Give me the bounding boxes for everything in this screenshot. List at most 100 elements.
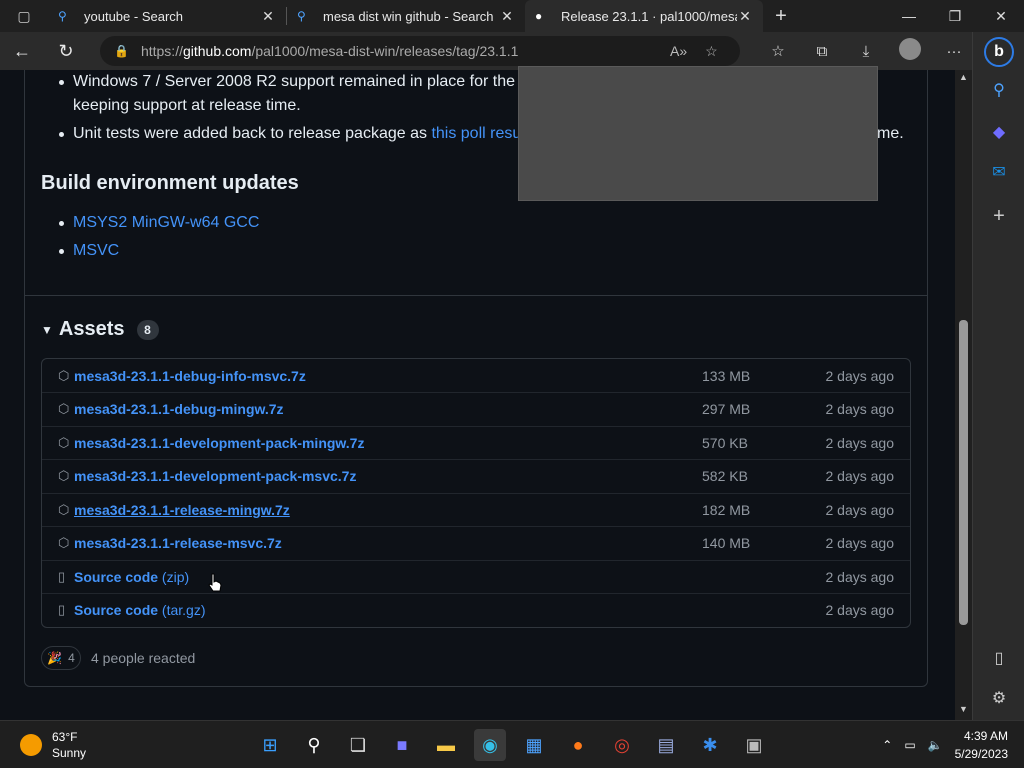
back-button[interactable]: ← <box>0 32 44 70</box>
reaction-button[interactable]: 🎉 4 <box>41 646 81 670</box>
reaction-text: 4 people reacted <box>91 650 196 666</box>
app-icon[interactable]: ✱ <box>694 729 726 761</box>
edge-sidebar: b ⚲ ◆ ✉ + ▯ ⚙ <box>972 32 1024 720</box>
build-item-msys2[interactable]: MSYS2 MinGW-w64 GCC <box>58 211 259 235</box>
asset-row: ⬡ mesa3d-23.1.1-debug-mingw.7z 297 MB 2 … <box>42 392 910 425</box>
start-icon[interactable]: ⊞ <box>254 729 286 761</box>
asset-link[interactable]: mesa3d-23.1.1-release-msvc.7z <box>74 535 282 551</box>
photos-icon[interactable]: ▤ <box>650 729 682 761</box>
page-scrollbar[interactable]: ▲ ▼ <box>955 70 972 720</box>
asset-size: 570 KB <box>702 435 748 451</box>
close-window-icon[interactable]: ✕ <box>978 0 1024 32</box>
assets-count-badge: 8 <box>136 319 159 340</box>
asset-link[interactable]: mesa3d-23.1.1-development-pack-mingw.7z <box>74 435 364 451</box>
note-text: Windows 7 / Server 2008 R2 support remai… <box>73 73 516 90</box>
tab-label: mesa dist win github - Search <box>323 8 494 24</box>
chevron-up-icon[interactable]: ⌃ <box>882 738 892 752</box>
scroll-thumb[interactable] <box>959 320 968 625</box>
more-icon[interactable]: ··· <box>932 43 976 60</box>
build-item-msvc[interactable]: MSVC <box>58 239 119 263</box>
edge-icon[interactable]: ◉ <box>474 729 506 761</box>
tab-actions-icon[interactable]: ▢ <box>0 0 48 32</box>
new-tab-button[interactable]: + <box>763 5 799 28</box>
network-app-icon[interactable]: ▣ <box>738 729 770 761</box>
asset-size: 297 MB <box>702 401 751 417</box>
asset-link[interactable]: mesa3d-23.1.1-development-pack-msvc.7z <box>74 468 356 484</box>
note-text: Unit tests were added back to release pa… <box>73 125 432 142</box>
settings-icon[interactable]: ⚙ <box>973 680 1024 716</box>
asset-link[interactable]: Source code (zip) <box>74 569 189 585</box>
task-view-icon[interactable]: ❏ <box>342 729 374 761</box>
bing-chat-button[interactable]: b <box>973 34 1024 70</box>
refresh-button[interactable]: ↻ <box>44 32 88 70</box>
system-tray: ⌃ ▭ 🔈 4:39 AM 5/29/2023 <box>882 727 1008 763</box>
asset-row: ⬡ mesa3d-23.1.1-development-pack-msvc.7z… <box>42 459 910 492</box>
github-icon: ● <box>535 9 543 23</box>
tab-bar: ▢ ⚲ youtube - Search ✕ ⚲ mesa dist win g… <box>0 0 1024 32</box>
assets-toggle[interactable]: ▼ Assets 8 <box>41 318 159 341</box>
tab-release[interactable]: ● Release 23.1.1 · pal1000/mesa-di ✕ <box>525 0 763 32</box>
collections-icon[interactable]: ⧉ <box>800 43 844 60</box>
poll-link[interactable]: this poll resul <box>431 125 524 142</box>
source-label: Source code <box>74 602 159 618</box>
tab-youtube-search[interactable]: ⚲ youtube - Search ✕ <box>48 0 286 32</box>
asset-row: ▯ Source code (tar.gz) 2 days ago <box>42 593 910 626</box>
asset-row: ⬡ mesa3d-23.1.1-debug-info-msvc.7z 133 M… <box>42 359 910 392</box>
asset-size: 182 MB <box>702 502 751 518</box>
asset-link[interactable]: mesa3d-23.1.1-release-mingw.7z <box>74 502 290 518</box>
asset-link[interactable]: Source code (tar.gz) <box>74 602 206 618</box>
search-icon: ⚲ <box>297 9 306 23</box>
search-icon[interactable]: ⚲ <box>298 729 330 761</box>
outlook-icon[interactable]: ✉ <box>973 154 1024 190</box>
asset-date: 2 days ago <box>825 535 895 551</box>
downloads-icon[interactable]: ⤓ <box>844 43 888 60</box>
sidebar-toggle-icon[interactable]: ▯ <box>973 640 1024 676</box>
asset-size: 133 MB <box>702 367 751 384</box>
section-divider <box>24 295 928 296</box>
package-icon: ⬡ <box>58 535 70 550</box>
read-aloud-icon[interactable]: A» <box>670 43 687 59</box>
volume-icon[interactable]: 🔈 <box>928 738 943 752</box>
close-icon[interactable]: ✕ <box>737 8 753 25</box>
build-env-heading: Build environment updates <box>41 172 299 194</box>
search-icon[interactable]: ⚲ <box>973 72 1024 108</box>
scroll-up-icon[interactable]: ▲ <box>955 72 972 86</box>
asset-date: 2 days ago <box>825 401 895 417</box>
asset-date: 2 days ago <box>825 602 895 618</box>
asset-size: 140 MB <box>702 535 751 551</box>
favorites-icon[interactable]: ☆ <box>756 42 800 60</box>
firefox-icon[interactable]: ● <box>562 729 594 761</box>
close-icon[interactable]: ✕ <box>260 8 276 25</box>
weather-widget[interactable]: 63°F Sunny <box>20 729 86 761</box>
copilot-icon[interactable]: ◆ <box>973 114 1024 150</box>
lock-icon: 🔒 <box>114 44 129 58</box>
store-icon[interactable]: ▦ <box>518 729 550 761</box>
add-favorite-icon[interactable]: ☆ <box>705 43 718 60</box>
file-explorer-icon[interactable]: ▬ <box>430 729 462 761</box>
asset-date: 2 days ago <box>825 569 895 585</box>
package-icon: ⬡ <box>58 401 70 416</box>
restore-icon[interactable]: ❐ <box>932 0 978 32</box>
search-icon: ⚲ <box>58 9 67 23</box>
asset-link[interactable]: mesa3d-23.1.1-debug-info-msvc.7z <box>74 368 306 384</box>
teams-icon[interactable]: ■ <box>386 729 418 761</box>
chrome-icon[interactable]: ◎ <box>606 729 638 761</box>
clock[interactable]: 4:39 AM 5/29/2023 <box>955 727 1008 763</box>
clock-time: 4:39 AM <box>963 729 1008 743</box>
asset-size: 582 KB <box>702 468 748 484</box>
note-text: keeping support at release time. <box>73 97 301 114</box>
close-icon[interactable]: ✕ <box>499 8 515 25</box>
display-icon[interactable]: ▭ <box>904 738 915 752</box>
source-label: Source code <box>74 569 159 585</box>
profile-icon[interactable] <box>888 38 932 64</box>
tab-label: Release 23.1.1 · pal1000/mesa-di <box>561 8 737 24</box>
asset-date: 2 days ago <box>825 468 895 484</box>
weather-condition: Sunny <box>52 746 87 760</box>
asset-date: 2 days ago <box>825 502 895 518</box>
scroll-down-icon[interactable]: ▼ <box>955 704 972 718</box>
asset-link[interactable]: mesa3d-23.1.1-debug-mingw.7z <box>74 401 284 417</box>
tab-mesa-search[interactable]: ⚲ mesa dist win github - Search ✕ <box>287 0 525 32</box>
add-icon[interactable]: + <box>973 198 1024 234</box>
minimize-icon[interactable]: — <box>886 0 932 32</box>
address-field[interactable]: 🔒 https://github.com/pal1000/mesa-dist-w… <box>100 36 740 66</box>
